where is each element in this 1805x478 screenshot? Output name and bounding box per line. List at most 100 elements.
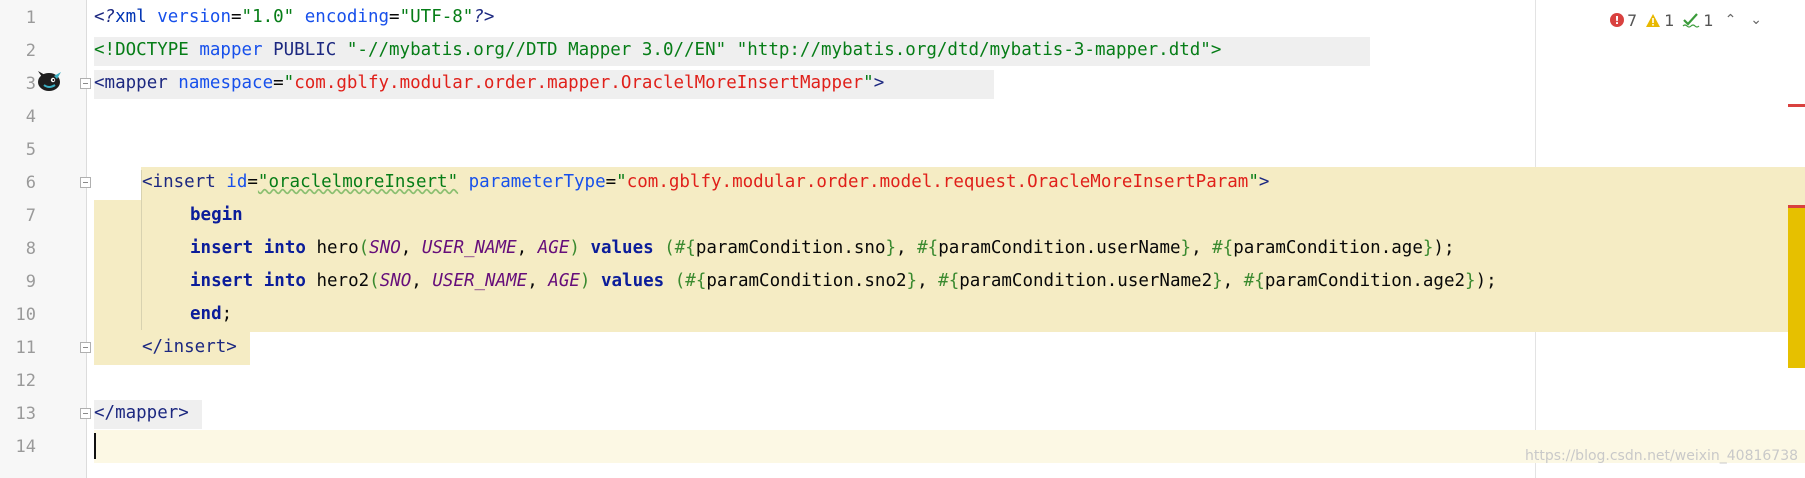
comma: , (896, 238, 918, 258)
param-expression: paramCondition.age (1233, 238, 1423, 258)
code-line-9[interactable]: insert into hero2(SNO, USER_NAME, AGE) v… (190, 265, 1497, 298)
paren: ) (569, 238, 580, 258)
paren: ) (579, 271, 591, 291)
xml-decl-open: <? (94, 7, 116, 27)
error-count-value: 7 (1627, 10, 1638, 30)
error-icon: ! (1610, 13, 1624, 27)
tag-bracket: < (94, 73, 105, 93)
param-close: } (1212, 271, 1223, 291)
error-stripe-mark[interactable] (1788, 104, 1805, 107)
doctype-public: PUBLIC (262, 40, 347, 60)
param-close: } (1465, 271, 1476, 291)
paren: ( (358, 238, 370, 258)
mybatis-bird-icon[interactable] (36, 67, 62, 93)
code-line-6[interactable]: <insert id="oraclelmoreInsert" parameter… (142, 166, 1269, 199)
equals: = (605, 172, 617, 192)
code-editor[interactable]: 1 2 3 4 5 6 7 8 9 10 11 12 13 14 <?xml v… (0, 0, 1805, 478)
tag-bracket: > (178, 403, 189, 423)
line-number: 3 (25, 74, 36, 94)
param-expression: paramCondition.sno2 (706, 271, 907, 291)
code-line-1[interactable]: <?xml version="1.0" encoding="UTF-8"?> (94, 1, 494, 34)
inspection-widget[interactable]: ! 7 1 1 ⌃ ⌄ (1610, 8, 1765, 32)
paren: ( (664, 271, 686, 291)
fold-toggle[interactable] (80, 177, 91, 188)
tag-bracket: > (873, 73, 885, 93)
tag-bracket: </ (142, 337, 164, 357)
fold-toggle[interactable] (80, 408, 91, 419)
attr-name: encoding (294, 7, 390, 27)
attr-name: version (146, 7, 231, 27)
paren: ( (653, 238, 675, 258)
tag-name: insert (163, 337, 227, 357)
statement-end: ; (221, 304, 233, 324)
attr-name: namespace (167, 73, 274, 93)
tag-bracket: > (226, 337, 237, 357)
sql-keyword: begin (190, 205, 243, 225)
attr-name: id (215, 172, 248, 192)
typo-check-icon (1682, 13, 1700, 28)
line-number: 12 (15, 371, 36, 391)
comma: , (411, 271, 433, 291)
code-line-2[interactable]: <!DOCTYPE mapper PUBLIC "-//mybatis.org/… (94, 34, 1221, 67)
table-name: hero2 (305, 271, 370, 291)
error-count[interactable]: ! 7 (1610, 11, 1637, 30)
attr-name: parameterType (458, 172, 606, 192)
line-number: 10 (15, 305, 36, 325)
xml-decl-close: ?> (473, 7, 495, 27)
line-number: 14 (15, 437, 36, 457)
chevron-down-icon[interactable]: ⌄ (1747, 12, 1765, 28)
block-highlight (94, 299, 1805, 332)
sql-keyword: values (590, 238, 654, 258)
paren: ( (369, 271, 380, 291)
param-close: } (1422, 238, 1434, 258)
code-line-8[interactable]: insert into hero(SNO, USER_NAME, AGE) va… (190, 232, 1455, 265)
sql-keyword: end (190, 304, 222, 324)
equals: = (247, 172, 258, 192)
warning-stripe-mark[interactable] (1788, 208, 1805, 368)
quote: " (863, 73, 874, 93)
quote: " (1248, 172, 1259, 192)
typo-count-value: 1 (1703, 10, 1714, 30)
code-line-13[interactable]: </mapper> (94, 397, 189, 430)
sql-keyword: into (263, 271, 306, 291)
doctype-name: mapper (199, 40, 263, 60)
statement-end: ); (1475, 271, 1497, 291)
comma: , (1222, 271, 1244, 291)
comma: , (527, 271, 549, 291)
column-name: USER_NAME (421, 238, 517, 258)
warning-count[interactable]: 1 (1645, 11, 1674, 30)
sql-keyword: insert (190, 238, 254, 258)
sql-keyword: insert (190, 271, 254, 291)
typo-count[interactable]: 1 (1682, 10, 1714, 30)
warning-count-value: 1 (1664, 10, 1675, 30)
param-expression: paramCondition.userName2 (959, 271, 1213, 291)
equals: = (230, 7, 242, 27)
param-close: } (885, 238, 897, 258)
xml-decl-name: xml (115, 7, 147, 27)
code-line-7[interactable]: begin (190, 199, 243, 232)
code-line-10[interactable]: end; (190, 298, 232, 331)
fold-toggle[interactable] (80, 78, 91, 89)
code-line-3[interactable]: <mapper namespace="com.gblfy.modular.ord… (94, 67, 884, 100)
namespace-value: com.gblfy.modular.order.mapper.OraclelMo… (294, 73, 864, 93)
param-expression: paramCondition.sno (695, 238, 886, 258)
comma: , (516, 238, 538, 258)
param-open: #{ (917, 238, 939, 258)
column-name: USER_NAME (432, 271, 528, 291)
code-line-11[interactable]: </insert> (142, 331, 237, 364)
tag-bracket: < (142, 172, 153, 192)
comma: , (400, 238, 422, 258)
attr-value: "oraclelmoreInsert" (257, 172, 459, 192)
line-number: 8 (25, 239, 36, 259)
warning-icon (1646, 13, 1661, 27)
fold-toggle[interactable] (80, 342, 91, 353)
param-open: #{ (938, 271, 960, 291)
quote: " (283, 73, 295, 93)
chevron-up-icon[interactable]: ⌃ (1722, 12, 1740, 28)
doctype-system-id: "http://mybatis.org/dtd/mybatis-3-mapper… (736, 40, 1211, 60)
editor-gutter[interactable]: 1 2 3 4 5 6 7 8 9 10 11 12 13 14 (0, 0, 91, 478)
